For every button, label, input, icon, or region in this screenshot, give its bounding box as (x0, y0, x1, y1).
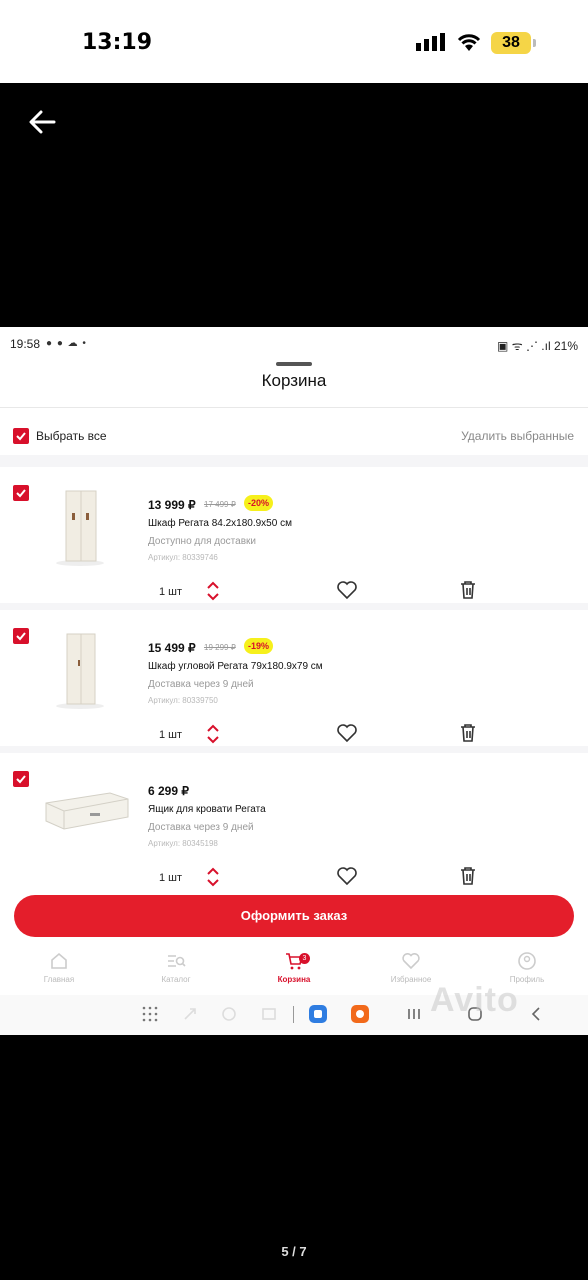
android-status-bar: 19:58 ● ● ☁ • ▣ ᯤ ⋰ .ıl 21% (0, 327, 588, 359)
nav-favorites[interactable]: Избранное (371, 951, 451, 984)
recent-app-icon[interactable] (220, 1005, 238, 1023)
item-sku: Артикул: 80339750 (148, 696, 218, 705)
item-checkbox[interactable] (13, 628, 29, 644)
trash-icon[interactable] (459, 580, 477, 600)
corner-wardrobe-thumbnail[interactable] (40, 630, 120, 710)
nav-profile[interactable]: Профиль (487, 951, 567, 984)
item-availability: Доставка через 9 дней (148, 679, 254, 690)
wifi-icon (457, 34, 481, 51)
ios-time: 13:19 (82, 30, 153, 55)
back-button-icon[interactable] (527, 1005, 545, 1023)
section-gap (0, 455, 588, 467)
item-price: 15 499 ₽ (148, 641, 196, 655)
item-availability: Доступно для доставки (148, 536, 256, 547)
select-all-checkbox[interactable] (13, 428, 29, 444)
recent-app-icon[interactable] (181, 1005, 199, 1023)
discount-badge: -19% (244, 638, 274, 654)
home-icon (51, 952, 67, 969)
messenger-app-icon[interactable] (309, 1005, 327, 1023)
check-icon (16, 632, 26, 641)
item-price: 6 299 ₽ (148, 784, 189, 798)
android-status-right: ▣ ᯤ ⋰ .ıl 21% (497, 339, 578, 353)
item-sku: Артикул: 80339746 (148, 553, 218, 562)
item-price: 13 999 ₽ (148, 498, 196, 512)
item-old-price: 19 299 ₽ (204, 643, 236, 652)
battery-indicator: 38 (491, 32, 536, 54)
item-name[interactable]: Ящик для кровати Регата (148, 804, 266, 815)
orange-app-icon[interactable] (351, 1005, 369, 1023)
select-all-label: Выбрать все (36, 429, 107, 443)
item-name[interactable]: Шкаф Регата 84.2x180.9x50 см (148, 518, 292, 529)
sheet-handle[interactable] (276, 362, 312, 366)
cart-item: 15 499 ₽ 19 299 ₽ -19% Шкаф угловой Рега… (0, 610, 588, 746)
android-time: 19:58 (10, 337, 41, 351)
favorite-heart-icon[interactable] (336, 866, 358, 886)
nav-home[interactable]: Главная (19, 951, 99, 984)
apps-grid-icon[interactable] (141, 1005, 159, 1023)
divider (0, 407, 588, 408)
catalog-icon (168, 955, 186, 967)
item-sku: Артикул: 80345198 (148, 839, 218, 848)
item-quantity[interactable]: 1 шт (159, 729, 182, 741)
favorite-heart-icon[interactable] (336, 580, 358, 600)
cart-count-badge: 3 (299, 953, 310, 964)
signal-icon (416, 33, 445, 51)
trash-icon[interactable] (459, 866, 477, 886)
nav-cart[interactable]: 3 Корзина (254, 951, 334, 984)
trash-icon[interactable] (459, 723, 477, 743)
quantity-stepper-icon[interactable] (205, 866, 221, 888)
divider (293, 1006, 294, 1023)
check-icon (16, 432, 26, 441)
notification-icons: ● ● ☁ • (46, 338, 87, 349)
nav-home-label: Главная (43, 975, 75, 984)
nav-cart-label: Корзина (277, 975, 311, 984)
delete-selected-button[interactable]: Удалить выбранные (461, 429, 574, 443)
wardrobe-thumbnail[interactable] (40, 487, 120, 567)
item-old-price: 17 499 ₽ (204, 500, 236, 509)
cart-item: 6 299 ₽ Ящик для кровати Регата Доставка… (0, 753, 588, 889)
back-arrow-icon[interactable] (26, 106, 58, 138)
check-icon (16, 775, 26, 784)
avito-watermark: Avito (430, 981, 519, 1019)
ios-status-bar: 13:19 38 (0, 0, 588, 83)
item-checkbox[interactable] (13, 485, 29, 501)
item-quantity[interactable]: 1 шт (159, 586, 182, 598)
page-title: Корзина (261, 371, 327, 390)
quantity-stepper-icon[interactable] (205, 723, 221, 745)
nav-catalog-label: Каталог (161, 975, 191, 984)
item-availability: Доставка через 9 дней (148, 822, 254, 833)
favorite-heart-icon[interactable] (336, 723, 358, 743)
image-pager: 5 / 7 (281, 1244, 307, 1259)
recents-icon[interactable] (405, 1005, 423, 1023)
checkout-button[interactable]: Оформить заказ (14, 895, 574, 937)
heart-icon (402, 953, 420, 970)
quantity-stepper-icon[interactable] (205, 580, 221, 602)
item-checkbox[interactable] (13, 771, 29, 787)
item-quantity[interactable]: 1 шт (159, 872, 182, 884)
item-name[interactable]: Шкаф угловой Регата 79x180.9x79 см (148, 661, 323, 672)
bed-drawer-thumbnail[interactable] (40, 773, 132, 853)
profile-icon (518, 952, 536, 970)
discount-badge: -20% (244, 495, 274, 511)
check-icon (16, 489, 26, 498)
cart-item: 13 999 ₽ 17 499 ₽ -20% Шкаф Регата 84.2x… (0, 467, 588, 603)
nav-catalog[interactable]: Каталог (136, 951, 216, 984)
cart-screenshot: 19:58 ● ● ☁ • ▣ ᯤ ⋰ .ıl 21% Корзина Выбр… (0, 327, 588, 1035)
recent-app-icon[interactable] (260, 1005, 278, 1023)
